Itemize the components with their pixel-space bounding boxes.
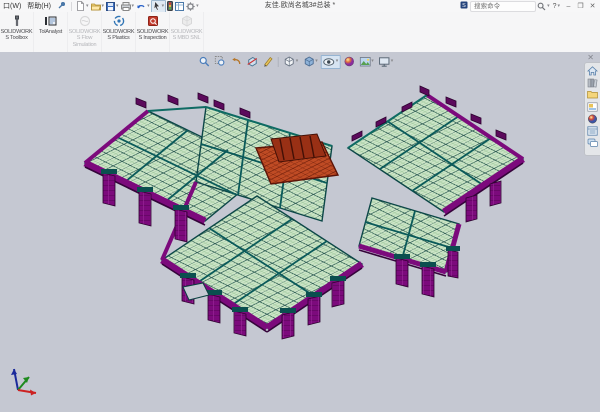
- search-input[interactable]: [472, 2, 534, 10]
- apply-scene-icon[interactable]: ▾: [357, 55, 376, 69]
- solidworks-resources-icon[interactable]: [587, 65, 599, 76]
- solidworks-logo-icon: S: [460, 1, 468, 11]
- inspection-icon: [147, 14, 159, 28]
- toolbox-icon: [11, 14, 23, 28]
- design-library-icon[interactable]: [587, 77, 599, 88]
- addin-mbd-snl: SOLIDWORKS MBD SNL: [170, 12, 204, 52]
- select-cursor-button[interactable]: ▾: [151, 0, 167, 13]
- save-button[interactable]: ▾: [105, 1, 120, 12]
- custom-properties-icon[interactable]: [587, 125, 599, 136]
- rebuild-traffic-light-button[interactable]: [166, 1, 174, 12]
- help-button[interactable]: ?▾: [553, 3, 560, 10]
- orientation-triad: [4, 364, 48, 398]
- options-gear-button[interactable]: ▾: [185, 1, 200, 12]
- pin-icon[interactable]: [57, 2, 65, 10]
- divider: [71, 2, 72, 11]
- dynamic-annotation-icon[interactable]: [261, 54, 275, 69]
- addins-toolbar: SOLIDWORKS Toolbox TolAnalyst SOLIDWORKS…: [0, 12, 600, 53]
- restore-button[interactable]: ❐: [575, 1, 586, 12]
- tolanalyst-icon: [44, 14, 57, 28]
- task-pane-tabs: [584, 62, 600, 156]
- display-style-icon[interactable]: ▾: [301, 54, 320, 69]
- view-settings-icon[interactable]: ▾: [377, 55, 396, 69]
- zoom-to-area-icon[interactable]: [213, 54, 228, 69]
- print-button[interactable]: ▾: [120, 1, 136, 12]
- close-button[interactable]: ✕: [587, 1, 598, 12]
- addin-solidworks-toolbox[interactable]: SOLIDWORKS Toolbox: [0, 12, 34, 52]
- undo-button[interactable]: ▾: [135, 1, 151, 12]
- graphics-viewport[interactable]: ▾ ▾ ▾ ▾ ▾ ✕: [0, 52, 600, 412]
- plastics-icon: [113, 14, 125, 28]
- formwork-3d-model[interactable]: [0, 52, 600, 412]
- open-button[interactable]: ▾: [90, 1, 106, 12]
- solidworks-forum-icon[interactable]: [587, 137, 599, 148]
- file-explorer-icon[interactable]: [587, 89, 599, 100]
- appearances-scenes-icon[interactable]: [587, 113, 599, 124]
- command-search: [470, 1, 536, 12]
- zoom-to-fit-icon[interactable]: [197, 54, 212, 69]
- solidworks-window: 口(W) 帮助(H) ▾ ▾ ▾ ▾ ▾ ▾: [0, 0, 600, 412]
- menu-help[interactable]: 帮助(H): [24, 1, 54, 11]
- menu-window[interactable]: 口(W): [0, 1, 24, 11]
- document-close-icon[interactable]: ✕: [587, 53, 594, 62]
- addin-plastics[interactable]: SOLIDWORKS Plastics: [102, 12, 136, 52]
- svg-text:S: S: [462, 3, 466, 9]
- divider: [278, 57, 279, 67]
- mbd-snl-icon: [181, 14, 193, 28]
- search-magnifier-button[interactable]: ▾: [536, 1, 551, 12]
- file-properties-button[interactable]: [174, 1, 185, 12]
- previous-view-icon[interactable]: [229, 54, 244, 69]
- flow-simulation-icon: [79, 14, 91, 28]
- addin-inspection[interactable]: SOLIDWORKS Inspection: [136, 12, 170, 52]
- section-view-icon[interactable]: [245, 54, 260, 69]
- view-palette-icon[interactable]: [587, 101, 599, 112]
- edit-appearance-icon[interactable]: [341, 54, 356, 69]
- minimize-button[interactable]: –: [563, 1, 574, 12]
- view-orientation-icon[interactable]: ▾: [282, 54, 301, 69]
- addin-tolanalyst[interactable]: TolAnalyst: [34, 12, 68, 52]
- hide-show-items-icon[interactable]: ▾: [321, 55, 341, 69]
- heads-up-view-toolbar: ▾ ▾ ▾ ▾ ▾: [197, 54, 396, 69]
- new-file-button[interactable]: ▾: [75, 1, 90, 12]
- addin-flow-simulation: SOLIDWORKS Flow Simulation: [68, 12, 102, 52]
